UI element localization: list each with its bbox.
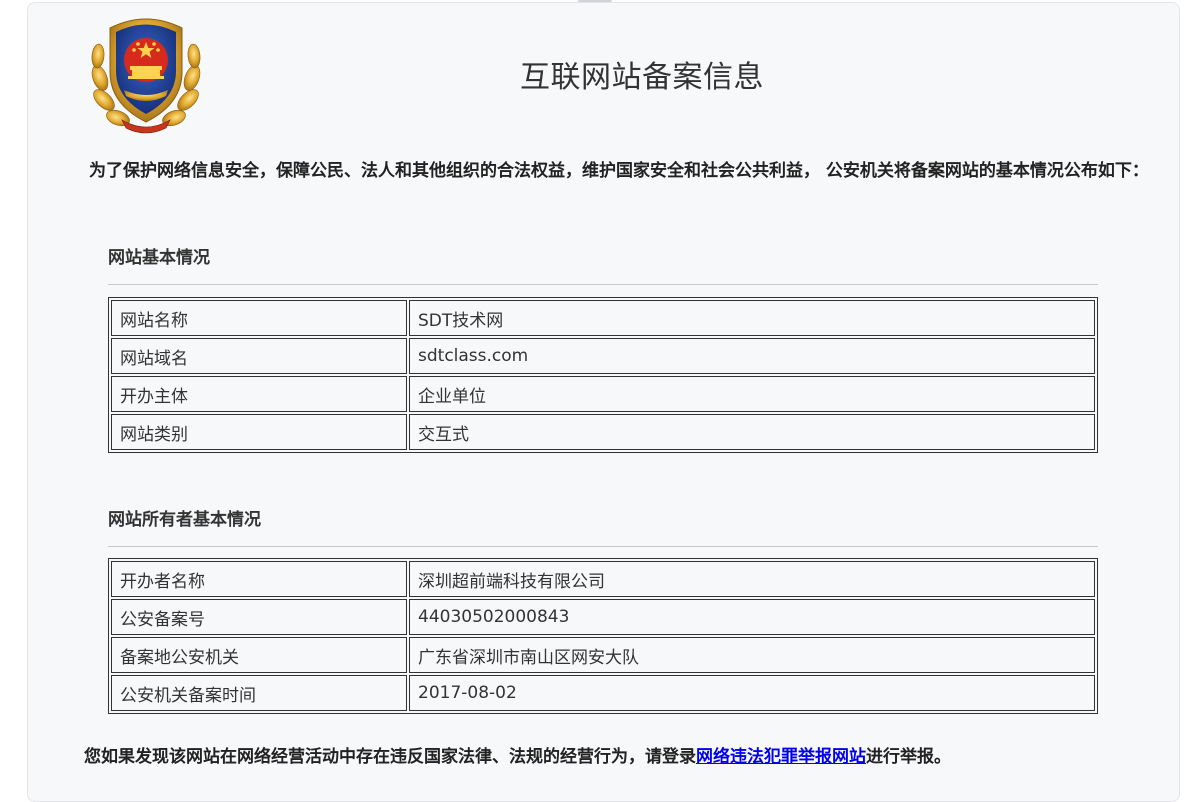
- row-value: 广东省深圳市南山区网安大队: [409, 637, 1095, 673]
- table-row: 公安备案号 44030502000843: [111, 599, 1095, 635]
- site-section-divider: [108, 284, 1098, 285]
- row-value: 交互式: [409, 414, 1095, 450]
- site-info-table: 网站名称 SDT技术网 网站域名 sdtclass.com 开办主体 企业单位 …: [108, 297, 1098, 453]
- owner-section-title: 网站所有者基本情况: [108, 510, 261, 530]
- row-value: 企业单位: [409, 376, 1095, 412]
- top-edge-marker: [578, 0, 612, 2]
- table-row: 开办者名称 深圳超前端科技有限公司: [111, 561, 1095, 597]
- row-label: 开办主体: [111, 376, 407, 412]
- table-row: 开办主体 企业单位: [111, 376, 1095, 412]
- row-value: SDT技术网: [409, 300, 1095, 336]
- row-value: 2017-08-02: [409, 675, 1095, 711]
- row-label: 网站类别: [111, 414, 407, 450]
- intro-paragraph: 为了保护网络信息安全，保障公民、法人和其他组织的合法权益，维护国家安全和社会公共…: [89, 161, 1149, 181]
- table-row: 网站名称 SDT技术网: [111, 300, 1095, 336]
- page-title: 互联网站备案信息: [520, 60, 764, 95]
- table-row: 备案地公安机关 广东省深圳市南山区网安大队: [111, 637, 1095, 673]
- table-row: 网站类别 交互式: [111, 414, 1095, 450]
- row-label: 公安机关备案时间: [111, 675, 407, 711]
- table-row: 网站域名 sdtclass.com: [111, 338, 1095, 374]
- site-section-title: 网站基本情况: [108, 248, 210, 268]
- owner-info-table: 开办者名称 深圳超前端科技有限公司 公安备案号 44030502000843 备…: [108, 558, 1098, 714]
- report-notice-suffix: 进行举报。: [866, 747, 951, 767]
- row-label: 开办者名称: [111, 561, 407, 597]
- row-label: 备案地公安机关: [111, 637, 407, 673]
- row-value: sdtclass.com: [409, 338, 1095, 374]
- owner-section-divider: [108, 546, 1098, 547]
- table-row: 公安机关备案时间 2017-08-02: [111, 675, 1095, 711]
- row-label: 网站域名: [111, 338, 407, 374]
- report-notice-prefix: 您如果发现该网站在网络经营活动中存在违反国家法律、法规的经营行为，请登录: [84, 747, 696, 767]
- row-value: 44030502000843: [409, 599, 1095, 635]
- row-value: 深圳超前端科技有限公司: [409, 561, 1095, 597]
- row-label: 公安备案号: [111, 599, 407, 635]
- report-site-link[interactable]: 网络违法犯罪举报网站: [696, 747, 866, 767]
- row-label: 网站名称: [111, 300, 407, 336]
- report-notice: 您如果发现该网站在网络经营活动中存在违反国家法律、法规的经营行为，请登录网络违法…: [84, 742, 951, 767]
